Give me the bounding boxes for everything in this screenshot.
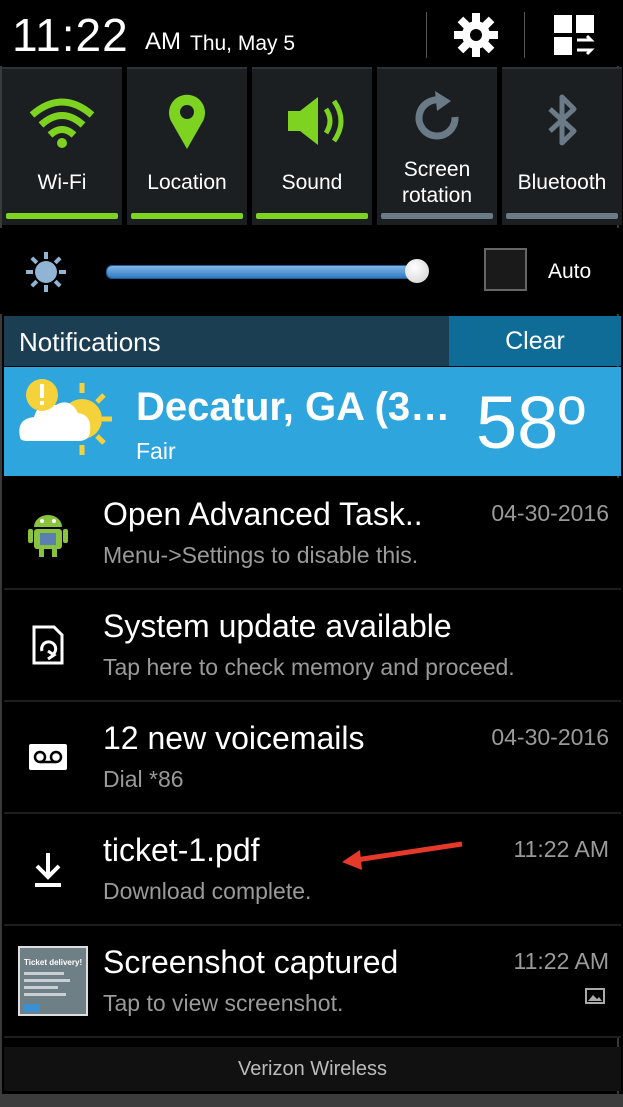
grid-edit-icon[interactable]: [548, 10, 604, 60]
weather-city: Decatur, GA (3…: [136, 385, 451, 429]
weather-notification[interactable]: Decatur, GA (3… Fair 58º: [4, 367, 621, 476]
notification-item[interactable]: System update available Tap here to chec…: [4, 590, 621, 702]
notification-subtitle: Download complete.: [103, 878, 312, 904]
notification-subtitle: Dial *86: [103, 766, 184, 792]
notification-item[interactable]: Ticket delivery! Screenshot captured Tap…: [4, 926, 621, 1038]
notification-title: System update available: [103, 608, 452, 644]
toggle-sound[interactable]: Sound: [252, 67, 372, 225]
notification-time: 11:22 AM: [513, 836, 609, 862]
toggle-state-bar: [381, 213, 493, 219]
voicemail-icon: [4, 702, 92, 812]
toggle-label: Bluetooth: [517, 171, 607, 194]
header-divider: [426, 12, 427, 58]
notification-time: 11:22 AM: [513, 948, 609, 974]
notification-item[interactable]: ticket-1.pdf Download complete. 11:22 AM: [4, 814, 621, 926]
notification-title: 12 new voicemails: [103, 720, 365, 756]
header-divider: [524, 12, 525, 58]
toggle-label: Location: [147, 171, 227, 194]
clock-ampm: AM: [145, 28, 181, 55]
notification-title: Screenshot captured: [103, 944, 399, 980]
system-update-icon: [4, 590, 92, 700]
notification-title: ticket-1.pdf: [103, 832, 260, 868]
brightness-row: Auto: [0, 228, 623, 314]
status-header: 11:22 AM Thu, May 5: [0, 0, 623, 66]
clear-button[interactable]: Clear: [449, 316, 621, 366]
toggle-label: Wi-Fi: [37, 171, 87, 194]
download-icon: [4, 814, 92, 924]
location-icon: [127, 87, 247, 157]
screenshot-thumbnail: Ticket delivery!: [4, 926, 92, 1036]
toggle-bluetooth[interactable]: Bluetooth: [502, 67, 622, 225]
notification-item[interactable]: Open Advanced Task.. Menu->Settings to d…: [4, 478, 621, 590]
toggle-state-bar: [506, 213, 618, 219]
notification-time: 04-30-2016: [491, 500, 609, 526]
auto-brightness-label: Auto: [548, 260, 592, 283]
toggle-state-bar: [131, 213, 243, 219]
gear-icon[interactable]: [448, 10, 504, 60]
toggle-state-bar: [256, 213, 368, 219]
quick-settings-panel: Wi-Fi Location Sound Screen rotation Blu…: [2, 67, 623, 225]
toggle-label: rotation: [401, 184, 473, 207]
notifications-title: Notifications: [19, 327, 161, 357]
brightness-icon: [24, 250, 68, 294]
image-icon: [585, 988, 605, 1004]
brightness-slider[interactable]: [106, 265, 422, 279]
notification-subtitle: Menu->Settings to disable this.: [103, 542, 419, 568]
rotation-icon: [377, 87, 497, 157]
annotation-arrow: [342, 841, 463, 870]
notification-time: 04-30-2016: [491, 724, 609, 750]
bluetooth-icon: [502, 87, 622, 157]
auto-brightness-checkbox[interactable]: [484, 248, 527, 291]
notification-subtitle: Tap here to check memory and proceed.: [103, 654, 515, 680]
notification-item[interactable]: 12 new voicemails Dial *86 04-30-2016: [4, 702, 621, 814]
notification-subtitle: Tap to view screenshot.: [103, 990, 344, 1016]
toggle-wifi[interactable]: Wi-Fi: [2, 67, 122, 225]
notification-title: Open Advanced Task..: [103, 496, 423, 532]
thumbnail-text: Ticket delivery!: [24, 958, 83, 967]
sound-icon: [252, 87, 372, 157]
weather-cloud-sun-icon: [12, 375, 120, 467]
toggle-label: Sound: [281, 171, 343, 194]
drag-handle-bar[interactable]: [0, 1094, 623, 1107]
carrier-label: Verizon Wireless: [4, 1047, 621, 1091]
weather-temperature: 58º: [476, 381, 586, 464]
toggle-screen-rotation[interactable]: Screen rotation: [377, 67, 497, 225]
date: Thu, May 5: [190, 32, 296, 55]
brightness-slider-thumb[interactable]: [405, 259, 429, 283]
android-icon: [4, 478, 92, 588]
notifications-header: Notifications Clear: [4, 316, 621, 366]
toggle-label: Screen: [403, 158, 471, 181]
wifi-icon: [2, 87, 122, 157]
toggle-state-bar: [6, 213, 118, 219]
clock: 11:22: [12, 9, 129, 61]
toggle-location[interactable]: Location: [127, 67, 247, 225]
weather-condition: Fair: [136, 438, 176, 464]
